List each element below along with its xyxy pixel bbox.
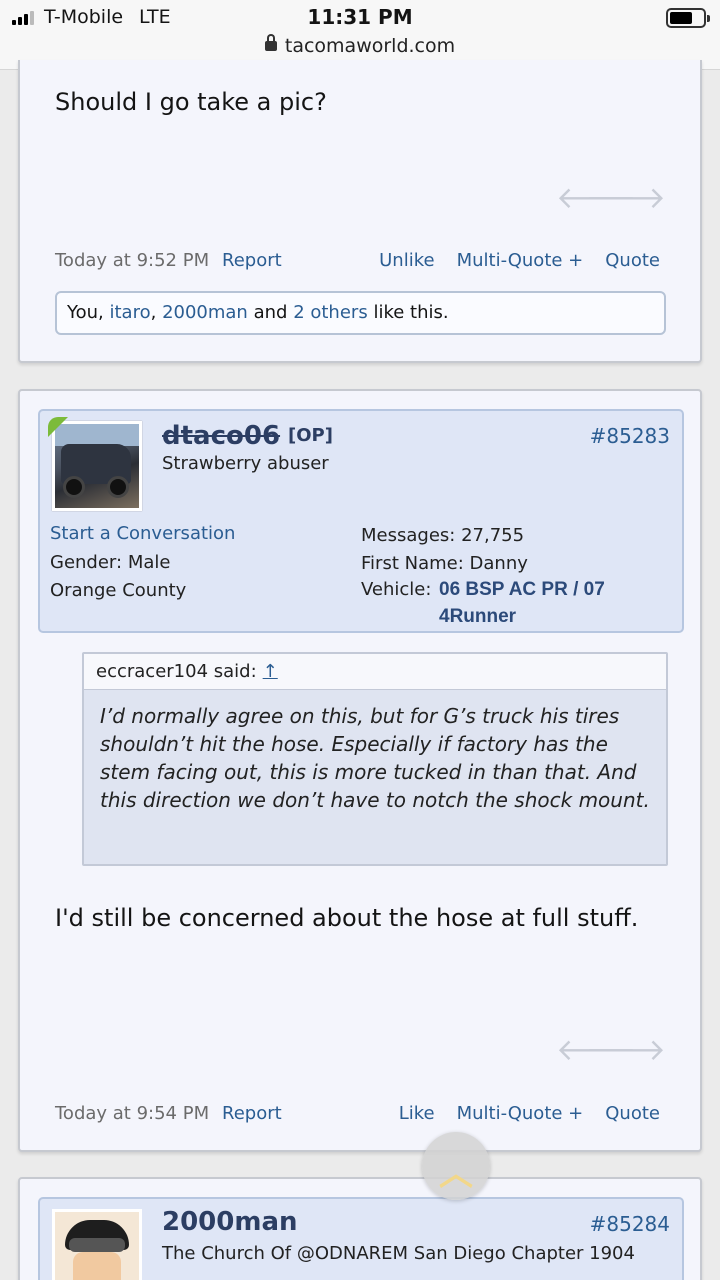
likes-summary: You, itaro, 2000man and 2 others like th… (55, 291, 666, 335)
quote-author: eccracer104 said: (96, 661, 257, 682)
avatar[interactable] (52, 421, 142, 511)
post-message: Should I go take a pic? (55, 88, 327, 116)
post-nav: 🡐 🡒 (556, 1036, 666, 1066)
scroll-top-button[interactable]: ︿ (422, 1132, 490, 1200)
start-conversation-link[interactable]: Start a Conversation (50, 523, 235, 544)
post-number-link[interactable]: #85283 (590, 424, 670, 448)
address-bar[interactable]: tacomaworld.com (0, 34, 720, 57)
clock: 11:31 PM (307, 5, 413, 29)
url-text: tacomaworld.com (284, 35, 456, 57)
username-link[interactable]: 2000man (162, 1207, 298, 1237)
likes-tail: like this. (373, 302, 449, 323)
post-card: dtaco06 [OP] Strawberry abuser #85283 St… (18, 389, 702, 1152)
quote-source-link[interactable]: ↑ (263, 661, 278, 682)
quote-block: eccracer104 said: ↑ I’d normally agree on… (82, 652, 668, 866)
post-actions: Unlike Multi-Quote + Quote (379, 250, 660, 271)
likes-others-link[interactable]: 2 others (293, 302, 368, 323)
quote-link[interactable]: Quote (605, 1103, 660, 1124)
likes-user-link[interactable]: 2000man (162, 302, 248, 323)
op-badge: [OP] (288, 425, 333, 446)
quote-link[interactable]: Quote (605, 250, 660, 271)
quote-text: I’d normally agree on this, but for G’s … (100, 704, 650, 812)
post-number-link[interactable]: #85284 (590, 1212, 670, 1236)
vehicle-value-line1: 06 BSP AC PR / 07 (439, 579, 605, 600)
username-link[interactable]: dtaco06 (162, 421, 280, 451)
vehicle-label: Vehicle: (361, 579, 432, 600)
user-info-box: 2000man The Church Of @ODNAREM San Diego… (38, 1197, 684, 1280)
gender-row: Gender: Male (50, 552, 170, 573)
multi-quote-link[interactable]: Multi-Quote + (457, 1103, 584, 1124)
battery-icon (666, 8, 710, 28)
like-link[interactable]: Like (399, 1103, 435, 1124)
chevron-up-icon: ︿ (439, 1154, 473, 1194)
gender-label: Gender: (50, 552, 123, 573)
likes-you: You, (67, 302, 104, 323)
messages-row: Messages: 27,755 (361, 525, 524, 546)
post-timestamp[interactable]: Today at 9:52 PM (55, 250, 209, 271)
user-title: The Church Of @ODNAREM San Diego Chapter… (162, 1243, 635, 1264)
report-link[interactable]: Report (222, 1103, 282, 1124)
likes-separator: , (150, 302, 157, 323)
user-info-box: dtaco06 [OP] Strawberry abuser #85283 St… (38, 409, 684, 633)
post-nav: 🡐 🡒 (556, 184, 666, 214)
likes-user-link[interactable]: itaro (109, 302, 150, 323)
post-message: I'd still be concerned about the hose at… (55, 904, 639, 932)
post-actions: Like Multi-Quote + Quote (399, 1103, 660, 1124)
user-title: Strawberry abuser (162, 453, 329, 474)
arrow-right-icon[interactable]: 🡒 (586, 184, 666, 214)
quote-header: eccracer104 said: ↑ (84, 654, 666, 690)
first-name-label: First Name: (361, 553, 464, 574)
likes-and: and (253, 302, 288, 323)
arrow-right-icon[interactable]: 🡒 (586, 1036, 666, 1066)
messages-value: 27,755 (461, 525, 525, 546)
unlike-link[interactable]: Unlike (379, 250, 434, 271)
first-name-value: Danny (469, 553, 528, 574)
lock-icon (264, 34, 277, 51)
location: Orange County (50, 580, 187, 601)
post-card: 2000man The Church Of @ODNAREM San Diego… (18, 1177, 702, 1280)
avatar[interactable] (52, 1209, 142, 1280)
messages-label: Messages: (361, 525, 456, 546)
vehicle-value-line2: 4Runner (439, 606, 517, 627)
multi-quote-link[interactable]: Multi-Quote + (457, 250, 584, 271)
post-timestamp[interactable]: Today at 9:54 PM (55, 1103, 209, 1124)
report-link[interactable]: Report (222, 250, 282, 271)
first-name-row: First Name: Danny (361, 553, 528, 574)
post-card: Should I go take a pic? 🡐 🡒 Today at 9:5… (18, 60, 702, 363)
gender-value: Male (127, 552, 171, 573)
